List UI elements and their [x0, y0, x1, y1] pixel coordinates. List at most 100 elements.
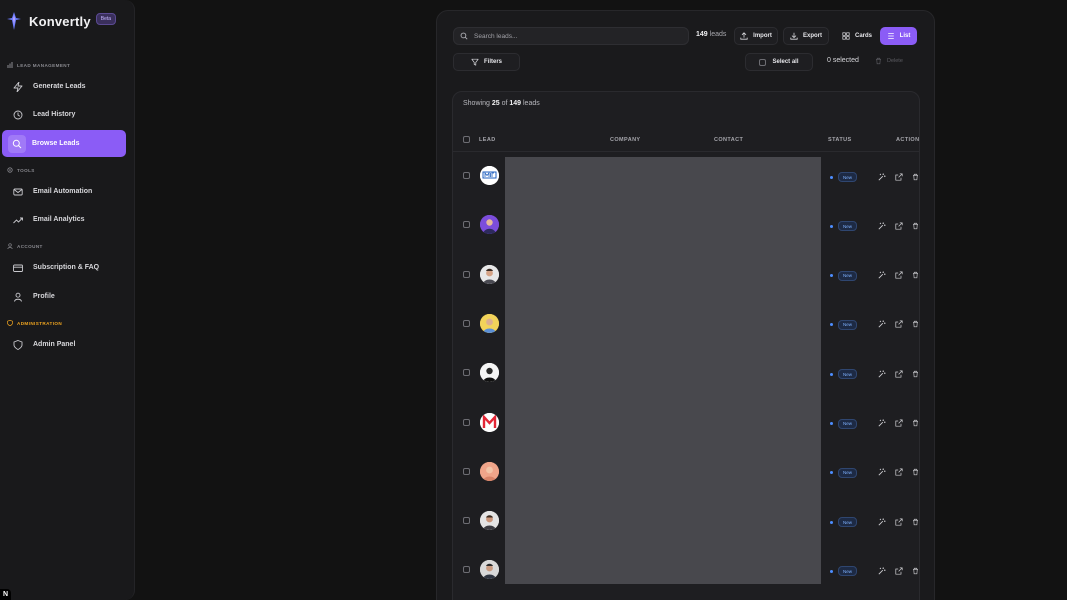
magic-wand-icon[interactable]	[877, 468, 886, 477]
external-link-icon[interactable]	[894, 271, 903, 280]
external-link-icon[interactable]	[894, 369, 903, 378]
external-link-icon[interactable]	[894, 320, 903, 329]
trash-icon[interactable]	[911, 320, 919, 329]
konvertly-logo-icon	[7, 12, 21, 30]
sidebar-item-subscription-faq[interactable]: Subscription & FAQ	[2, 254, 126, 281]
sidebar-item-email-analytics[interactable]: Email Analytics	[2, 206, 126, 233]
delete-button[interactable]: Delete	[875, 57, 903, 65]
trash-icon[interactable]	[911, 419, 919, 428]
magic-wand-icon[interactable]	[877, 517, 886, 526]
section-lead-management: LEAD MANAGEMENT	[7, 62, 70, 68]
sidebar-item-admin-panel[interactable]: Admin Panel	[2, 331, 126, 358]
selected-count: 0 selected	[827, 57, 859, 64]
sidebar-item-browse-leads[interactable]: Browse Leads	[2, 130, 126, 157]
section-account: ACCOUNT	[7, 243, 43, 249]
external-link-icon[interactable]	[894, 172, 903, 181]
history-icon	[12, 109, 23, 120]
status-badge: New	[830, 270, 858, 281]
company-logo-icon	[480, 412, 499, 432]
status-label: New	[838, 517, 858, 528]
search-box[interactable]	[453, 27, 689, 45]
row-checkbox[interactable]	[463, 270, 470, 278]
cards-view-button[interactable]: Cards	[836, 27, 878, 45]
company-logo-icon	[480, 166, 499, 185]
trash-icon[interactable]	[911, 566, 919, 575]
trash-icon[interactable]	[911, 369, 919, 378]
cards-label: Cards	[854, 33, 872, 39]
column-status[interactable]: STATUS	[828, 137, 852, 143]
export-label: Export	[802, 33, 822, 39]
row-checkbox[interactable]	[463, 369, 470, 377]
magic-wand-icon[interactable]	[877, 221, 886, 230]
brand[interactable]: Konvertly Beta	[7, 10, 117, 32]
row-checkbox[interactable]	[463, 566, 470, 574]
showing-mid: of	[501, 100, 508, 107]
trash-icon[interactable]	[911, 172, 919, 181]
import-button[interactable]: Import	[734, 27, 778, 45]
select-all-button[interactable]: Select all	[745, 53, 813, 71]
header-checkbox[interactable]	[463, 136, 470, 143]
external-link-icon[interactable]	[894, 566, 903, 575]
external-link-icon[interactable]	[894, 468, 903, 477]
export-button[interactable]: Export	[783, 27, 829, 45]
trash-icon[interactable]	[911, 221, 919, 230]
status-label: New	[838, 566, 858, 577]
next-logo-icon[interactable]: N	[0, 589, 11, 600]
shield-icon	[12, 339, 23, 350]
external-link-icon[interactable]	[894, 419, 903, 428]
sidebar-item-email-automation[interactable]: Email Automation	[2, 178, 126, 205]
magic-wand-icon[interactable]	[877, 172, 886, 181]
trash-icon[interactable]	[911, 468, 919, 477]
gear-icon	[7, 167, 13, 173]
magic-wand-icon[interactable]	[877, 271, 886, 280]
sidebar-item-label: Email Analytics	[33, 216, 85, 223]
row-checkbox[interactable]	[463, 221, 470, 229]
trash-icon[interactable]	[911, 517, 919, 526]
section-administration: ADMINISTRATION	[7, 320, 62, 326]
sidebar-item-lead-history[interactable]: Lead History	[2, 101, 126, 128]
row-checkbox[interactable]	[463, 418, 470, 426]
trash-icon[interactable]	[911, 271, 919, 280]
sidebar-item-label: Email Automation	[33, 188, 93, 195]
magic-wand-icon[interactable]	[877, 566, 886, 575]
search-input[interactable]	[474, 32, 674, 40]
sidebar-item-label: Lead History	[33, 111, 76, 118]
lead-count: 149 leads	[696, 31, 726, 38]
column-company[interactable]: COMPANY	[610, 137, 641, 143]
shield-icon	[7, 320, 13, 326]
status-dot	[830, 323, 833, 327]
filters-button[interactable]: Filters	[453, 53, 520, 71]
search-icon	[460, 32, 468, 40]
download-icon	[790, 32, 798, 40]
sidebar-item-profile[interactable]: Profile	[2, 283, 126, 310]
status-dot	[830, 175, 833, 179]
lead-count-suffix: leads	[709, 31, 727, 38]
column-actions: ACTION	[896, 137, 920, 143]
row-checkbox[interactable]	[463, 517, 470, 525]
list-view-button[interactable]: List	[880, 27, 917, 45]
column-contact[interactable]: CONTACT	[714, 137, 743, 143]
status-label: New	[838, 319, 858, 330]
status-dot	[830, 372, 833, 376]
magic-wand-icon[interactable]	[877, 320, 886, 329]
app-root: Konvertly Beta LEAD MANAGEMENT Generate …	[0, 0, 1067, 600]
row-checkbox[interactable]	[463, 319, 470, 327]
status-dot	[830, 274, 833, 278]
avatar-photo	[480, 560, 499, 580]
sidebar: Konvertly Beta LEAD MANAGEMENT Generate …	[0, 0, 135, 600]
select-all-checkbox[interactable]	[759, 58, 767, 66]
status-label: New	[838, 270, 858, 281]
sidebar-item-label: Profile	[33, 293, 55, 300]
status-badge: New	[830, 517, 858, 528]
row-checkbox[interactable]	[463, 172, 470, 179]
magic-wand-icon[interactable]	[877, 419, 886, 428]
sidebar-item-generate-leads[interactable]: Generate Leads	[2, 73, 126, 100]
external-link-icon[interactable]	[894, 517, 903, 526]
external-link-icon[interactable]	[894, 221, 903, 230]
status-label: New	[838, 369, 858, 380]
magic-wand-icon[interactable]	[877, 369, 886, 378]
row-checkbox[interactable]	[463, 467, 470, 475]
import-label: Import	[753, 33, 772, 39]
column-lead[interactable]: LEAD	[479, 137, 496, 143]
status-dot	[830, 471, 833, 475]
